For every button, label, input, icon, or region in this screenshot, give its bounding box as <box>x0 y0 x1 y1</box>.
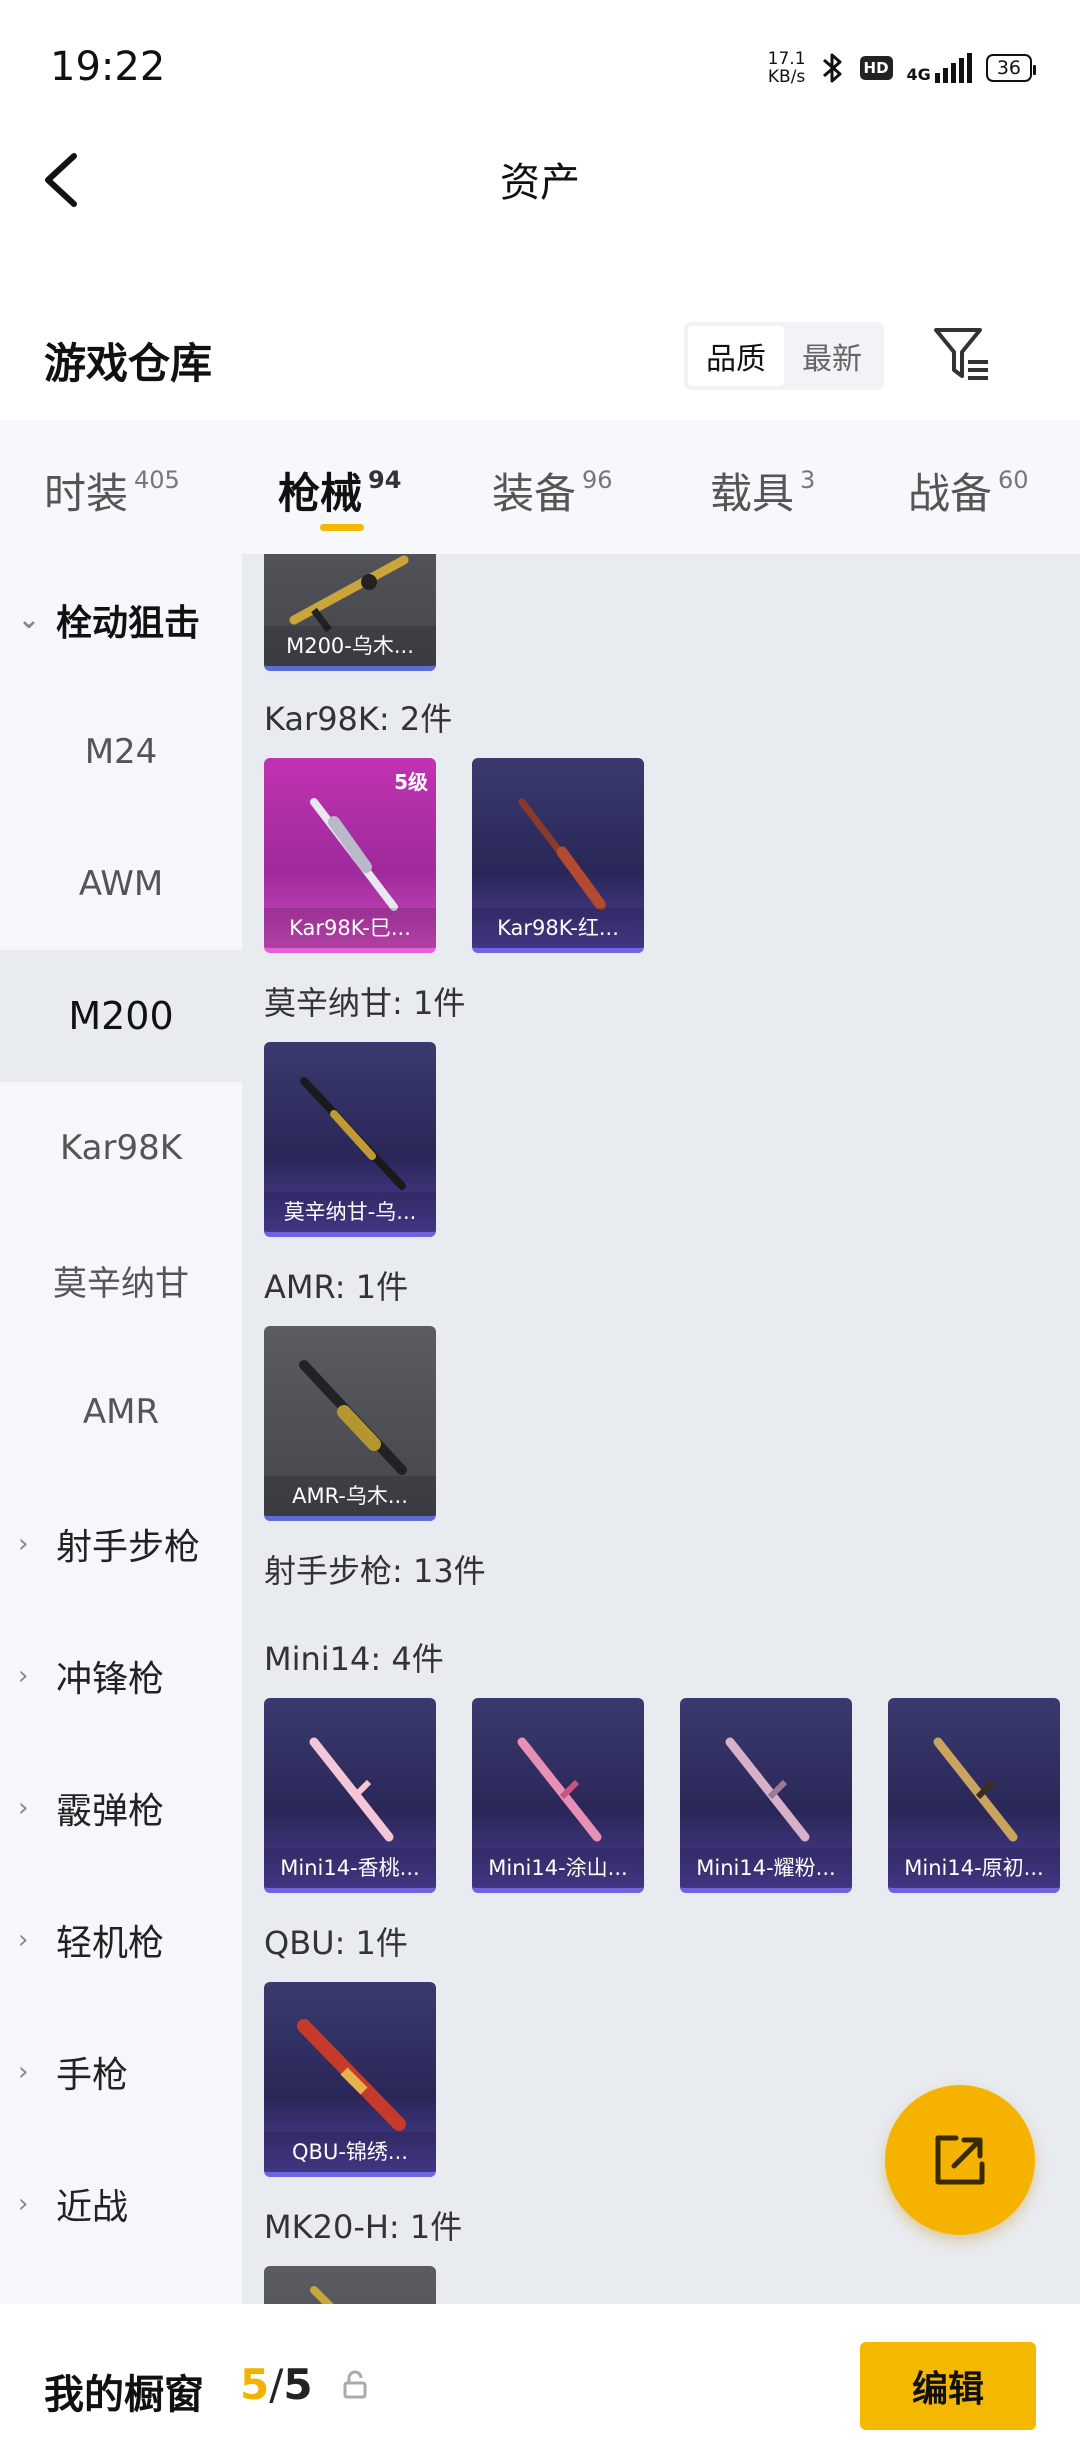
sort-toggle: 品质 最新 <box>684 322 884 390</box>
item-caption: Mini14-香桃... <box>264 1848 436 1888</box>
net-speed: 17.1 KB/s <box>767 49 806 87</box>
showcase-bar: 我的橱窗 5/5 编辑 <box>0 2304 1080 2460</box>
tab-fashion[interactable]: 时装 405 <box>44 460 180 521</box>
item-caption: Mini14-原初... <box>888 1848 1060 1888</box>
rifle-icon <box>725 1737 810 1842</box>
rifle-icon <box>309 1737 394 1842</box>
sidebar-group-shotgun[interactable]: › 霰弹枪 <box>0 1742 242 1874</box>
cellular-signal-icon: 4G <box>907 53 972 83</box>
item-card[interactable]: 莫辛纳甘-乌... <box>264 1042 436 1237</box>
sidebar-group-pistol[interactable]: › 手枪 <box>0 2006 242 2138</box>
sidebar-group-bolt-action[interactable]: ⌄ 栓动狙击 <box>0 554 242 686</box>
item-card[interactable] <box>264 2266 436 2304</box>
category-tabs: 时装 405 枪械 94 装备 96 载具 3 战备 60 <box>0 420 1080 554</box>
item-caption: Kar98K-巳... <box>264 908 436 948</box>
chevron-right-icon: › <box>18 1793 29 1823</box>
status-bar: 19:22 17.1 KB/s HD 4G 36 <box>0 0 1080 130</box>
sidebar-group-marksman[interactable]: › 射手步枪 <box>0 1478 242 1610</box>
tab-vehicles[interactable]: 载具 3 <box>710 460 815 521</box>
rifle-icon <box>297 2019 406 2131</box>
item-card[interactable]: AMR-乌木... <box>264 1326 436 1521</box>
item-caption: Mini14-耀粉... <box>680 1848 852 1888</box>
hd-icon: HD <box>859 56 893 80</box>
chevron-right-icon: › <box>18 1925 29 1955</box>
item-caption: 莫辛纳甘-乌... <box>264 1192 436 1232</box>
item-card[interactable]: 5级 Kar98K-巳... <box>264 758 436 953</box>
edit-button[interactable]: 编辑 <box>860 2342 1036 2430</box>
rifle-icon <box>518 798 606 911</box>
tab-supplies[interactable]: 战备 60 <box>908 460 1029 521</box>
rifle-icon <box>299 1360 407 1475</box>
section-heading: MK20-H: 1件 <box>264 2208 463 2246</box>
chevron-right-icon: › <box>18 2057 29 2087</box>
item-card[interactable]: QBU-锦绣... <box>264 1982 436 2177</box>
item-caption: AMR-乌木... <box>264 1476 436 1516</box>
sidebar-group-smg[interactable]: › 冲锋枪 <box>0 1610 242 1742</box>
sidebar-item-m200[interactable]: M200 <box>0 950 242 1082</box>
sidebar-item-m24[interactable]: M24 <box>0 686 242 818</box>
item-caption: Mini14-涂山... <box>472 1848 644 1888</box>
sidebar-item-kar98k[interactable]: Kar98K <box>0 1082 242 1214</box>
section-heading: QBU: 1件 <box>264 1924 408 1962</box>
item-list: M200-乌木... Kar98K: 2件 5级 Kar98K-巳... Kar… <box>242 554 1080 2304</box>
share-button[interactable] <box>885 2085 1035 2235</box>
item-card[interactable]: Mini14-耀粉... <box>680 1698 852 1893</box>
sort-quality-button[interactable]: 品质 <box>688 326 784 386</box>
weapon-category-sidebar: ⌄ 栓动狙击 M24 AWM M200 Kar98K 莫辛纳甘 AMR › 射手步… <box>0 554 242 2304</box>
item-card[interactable]: Mini14-原初... <box>888 1698 1060 1893</box>
rifle-icon <box>300 1077 406 1190</box>
chevron-right-icon: › <box>18 2189 29 2219</box>
sidebar-item-amr[interactable]: AMR <box>0 1346 242 1478</box>
lock-icon <box>343 2370 367 2399</box>
section-heading: Kar98K: 2件 <box>264 700 453 738</box>
tab-firearms[interactable]: 枪械 94 <box>278 460 401 521</box>
tab-indicator <box>320 524 364 531</box>
showcase-count: 5/5 <box>240 2360 313 2409</box>
section-heading: AMR: 1件 <box>264 1268 409 1306</box>
section-heading: 莫辛纳甘: 1件 <box>264 984 466 1022</box>
bluetooth-icon <box>822 53 842 83</box>
status-icons: 17.1 KB/s HD 4G 36 <box>767 46 1037 90</box>
filter-icon <box>934 328 988 380</box>
section-heading: 射手步枪: 13件 <box>264 1552 486 1590</box>
sidebar-group-melee[interactable]: › 近战 <box>0 2138 242 2270</box>
item-card[interactable]: Kar98K-红... <box>472 758 644 953</box>
sidebar-item-awm[interactable]: AWM <box>0 818 242 950</box>
level-badge: 5级 <box>394 770 428 794</box>
sidebar-group-lmg[interactable]: › 轻机枪 <box>0 1874 242 2006</box>
sort-newest-button[interactable]: 最新 <box>784 326 880 386</box>
warehouse-title: 游戏仓库 <box>44 339 213 388</box>
page-title: 资产 <box>500 160 580 206</box>
item-card[interactable]: Mini14-香桃... <box>264 1698 436 1893</box>
item-caption: QBU-锦绣... <box>264 2132 436 2172</box>
chevron-down-icon: ⌄ <box>18 605 40 635</box>
rifle-icon <box>517 1737 602 1842</box>
showcase-title: 我的橱窗 <box>44 2372 204 2418</box>
filter-button[interactable] <box>930 322 994 386</box>
chevron-right-icon: › <box>18 1529 29 1559</box>
item-caption: M200-乌木... <box>264 626 436 666</box>
item-caption: Kar98K-红... <box>472 908 644 948</box>
rifle-icon <box>310 2286 334 2304</box>
item-card[interactable]: Mini14-涂山... <box>472 1698 644 1893</box>
rifle-icon <box>933 1737 1018 1842</box>
chevron-right-icon: › <box>18 1661 29 1691</box>
share-external-icon <box>935 2135 985 2185</box>
item-card[interactable]: M200-乌木... <box>264 554 436 671</box>
sidebar-item-mosin[interactable]: 莫辛纳甘 <box>0 1214 242 1346</box>
status-time: 19:22 <box>50 44 166 90</box>
tab-equipment[interactable]: 装备 96 <box>492 460 613 521</box>
battery-icon: 36 <box>985 54 1037 82</box>
section-heading: Mini14: 4件 <box>264 1640 444 1678</box>
